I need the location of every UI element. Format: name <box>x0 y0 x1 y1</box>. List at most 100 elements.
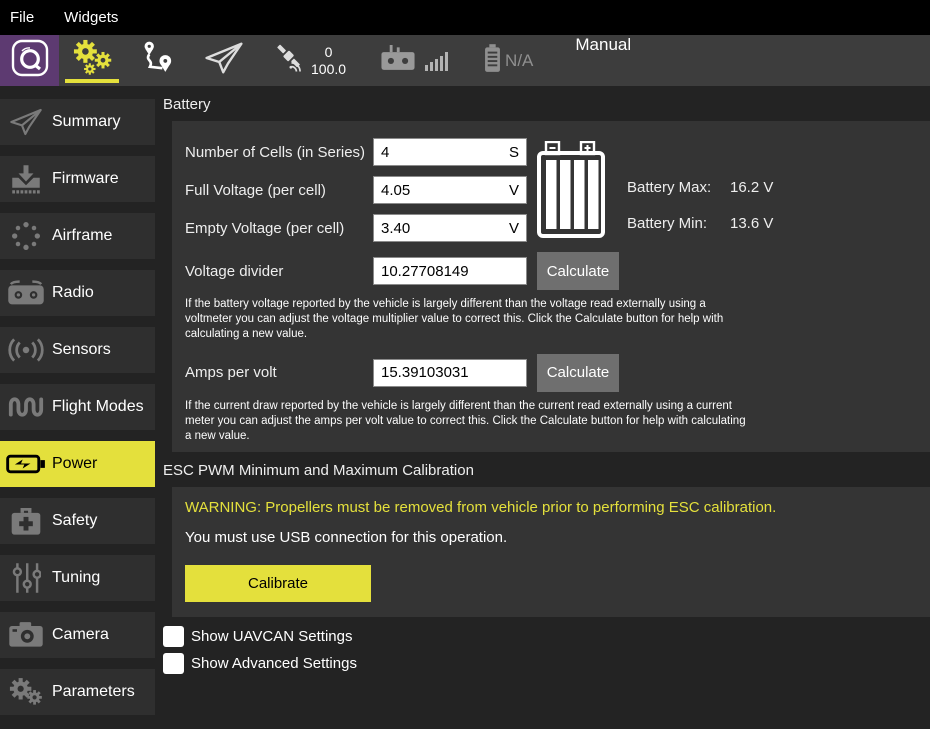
voltage-divider-help-text: If the battery voltage reported by the v… <box>185 297 747 342</box>
battery-status[interactable]: N/A <box>480 35 533 86</box>
satellite-icon <box>273 42 305 79</box>
voltage-divider-input-box <box>373 257 527 285</box>
camera-icon <box>0 622 52 648</box>
sidebar-item-power[interactable]: Power <box>0 441 155 487</box>
full-voltage-unit: V <box>509 182 519 199</box>
tab-vehicle-setup[interactable] <box>59 35 125 86</box>
battery-cells-icon <box>537 141 609 244</box>
active-tab-underline <box>65 79 119 83</box>
uavcan-settings-label: Show UAVCAN Settings <box>191 628 352 645</box>
cells-label: Number of Cells (in Series) <box>185 144 373 161</box>
empty-voltage-input-box: V <box>373 214 527 242</box>
cells-input[interactable] <box>381 144 505 161</box>
menu-widgets[interactable]: Widgets <box>50 0 132 35</box>
sidebar-label: Firmware <box>52 170 119 188</box>
gps-readout: 0 100.0 <box>311 44 346 76</box>
setup-view: Summary Firmware <box>0 86 930 729</box>
amps-per-volt-label: Amps per volt <box>185 364 373 381</box>
battery-max-line: Battery Max: 16.2 V <box>627 179 773 196</box>
toolbar: 0 100.0 <box>0 35 930 86</box>
battery-section-title: Battery <box>163 86 930 121</box>
empty-voltage-unit: V <box>509 220 519 237</box>
rc-remote-icon <box>380 45 416 76</box>
amps-per-volt-input[interactable] <box>381 364 519 381</box>
battery-bolt-icon <box>0 452 52 476</box>
battery-min-line: Battery Min: 13.6 V <box>627 215 773 232</box>
amps-per-volt-input-box <box>373 359 527 387</box>
power-setup-page: Battery Number of Cells (in Series) S Fu… <box>163 86 930 680</box>
sidebar-label: Tuning <box>52 569 100 587</box>
sidebar-label: Sensors <box>52 341 111 359</box>
battery-max-value: 16.2 V <box>730 179 773 196</box>
first-aid-icon <box>0 506 52 536</box>
sidebar-label: Radio <box>52 284 94 302</box>
esc-calibration-panel: WARNING: Propellers must be removed from… <box>172 487 930 617</box>
battery-readouts: Battery Max: 16.2 V Battery Min: 13.6 V <box>627 179 773 251</box>
empty-voltage-input[interactable] <box>381 220 505 237</box>
sidebar-item-safety[interactable]: Safety <box>0 498 155 544</box>
sidebar-label: Summary <box>52 113 120 131</box>
sidebar-item-sensors[interactable]: Sensors <box>0 327 155 373</box>
cells-input-box: S <box>373 138 527 166</box>
firmware-download-icon <box>0 164 52 194</box>
advanced-settings-checkbox[interactable] <box>163 653 184 674</box>
sidebar-item-tuning[interactable]: Tuning <box>0 555 155 601</box>
advanced-settings-row: Show Advanced Settings <box>163 653 930 674</box>
menu-file[interactable]: File <box>0 0 50 35</box>
battery-panel: Number of Cells (in Series) S Full Volta… <box>172 121 930 452</box>
gps-hdop: 100.0 <box>311 61 346 77</box>
voltage-divider-row: Voltage divider Calculate <box>185 252 916 290</box>
sidebar-label: Airframe <box>52 227 112 245</box>
full-voltage-input[interactable] <box>381 182 505 199</box>
sidebar-item-radio[interactable]: Radio <box>0 270 155 316</box>
esc-usb-note: You must use USB connection for this ope… <box>185 529 916 546</box>
signal-bars-icon <box>425 51 450 71</box>
sidebar-label: Safety <box>52 512 97 530</box>
qgc-logo-button[interactable] <box>0 35 59 86</box>
amps-per-volt-calculate-button[interactable]: Calculate <box>537 354 619 392</box>
sidebar-label: Power <box>52 455 97 473</box>
voltage-divider-input[interactable] <box>381 263 519 280</box>
tab-fly[interactable] <box>191 35 257 86</box>
gps-satellite-count: 0 <box>311 44 346 60</box>
esc-warning-text: WARNING: Propellers must be removed from… <box>185 499 916 516</box>
sliders-icon <box>0 562 52 594</box>
full-voltage-input-box: V <box>373 176 527 204</box>
menubar: File Widgets <box>0 0 930 35</box>
airframe-dots-icon <box>0 220 52 252</box>
toolbar-battery-icon <box>484 44 501 77</box>
uavcan-settings-checkbox[interactable] <box>163 626 184 647</box>
sidebar-item-camera[interactable]: Camera <box>0 612 155 658</box>
amps-per-volt-row: Amps per volt Calculate <box>185 354 916 392</box>
uavcan-settings-row: Show UAVCAN Settings <box>163 626 930 647</box>
settings-gears-icon <box>70 39 114 82</box>
paper-plane-icon <box>202 39 246 82</box>
sidebar-item-airframe[interactable]: Airframe <box>0 213 155 259</box>
sidebar-item-flight-modes[interactable]: Flight Modes <box>0 384 155 430</box>
amps-per-volt-help-text: If the current draw reported by the vehi… <box>185 399 747 444</box>
sidebar-label: Camera <box>52 626 109 644</box>
rc-status[interactable] <box>380 35 450 86</box>
gps-status[interactable]: 0 100.0 <box>273 35 346 86</box>
battery-max-label: Battery Max: <box>627 179 730 196</box>
sensors-signal-icon <box>0 336 52 364</box>
battery-status-text: N/A <box>505 51 533 71</box>
qgc-logo-icon <box>9 37 51 84</box>
calibrate-button[interactable]: Calibrate <box>185 565 371 602</box>
voltage-divider-calculate-button[interactable]: Calculate <box>537 252 619 290</box>
sidebar-item-firmware[interactable]: Firmware <box>0 156 155 202</box>
gears-icon <box>0 677 52 707</box>
plan-route-icon <box>138 39 178 82</box>
sidebar-label: Flight Modes <box>52 398 144 416</box>
paper-plane-icon <box>0 106 52 138</box>
tab-plan[interactable] <box>125 35 191 86</box>
advanced-settings-label: Show Advanced Settings <box>191 655 357 672</box>
waveform-icon <box>0 393 52 421</box>
sidebar-item-summary[interactable]: Summary <box>0 99 155 145</box>
cells-unit: S <box>509 144 519 161</box>
battery-min-value: 13.6 V <box>730 215 773 232</box>
flight-mode-selector[interactable]: Manual <box>575 35 631 86</box>
voltage-divider-label: Voltage divider <box>185 263 373 280</box>
esc-section-title: ESC PWM Minimum and Maximum Calibration <box>163 452 930 487</box>
sidebar-item-parameters[interactable]: Parameters <box>0 669 155 715</box>
